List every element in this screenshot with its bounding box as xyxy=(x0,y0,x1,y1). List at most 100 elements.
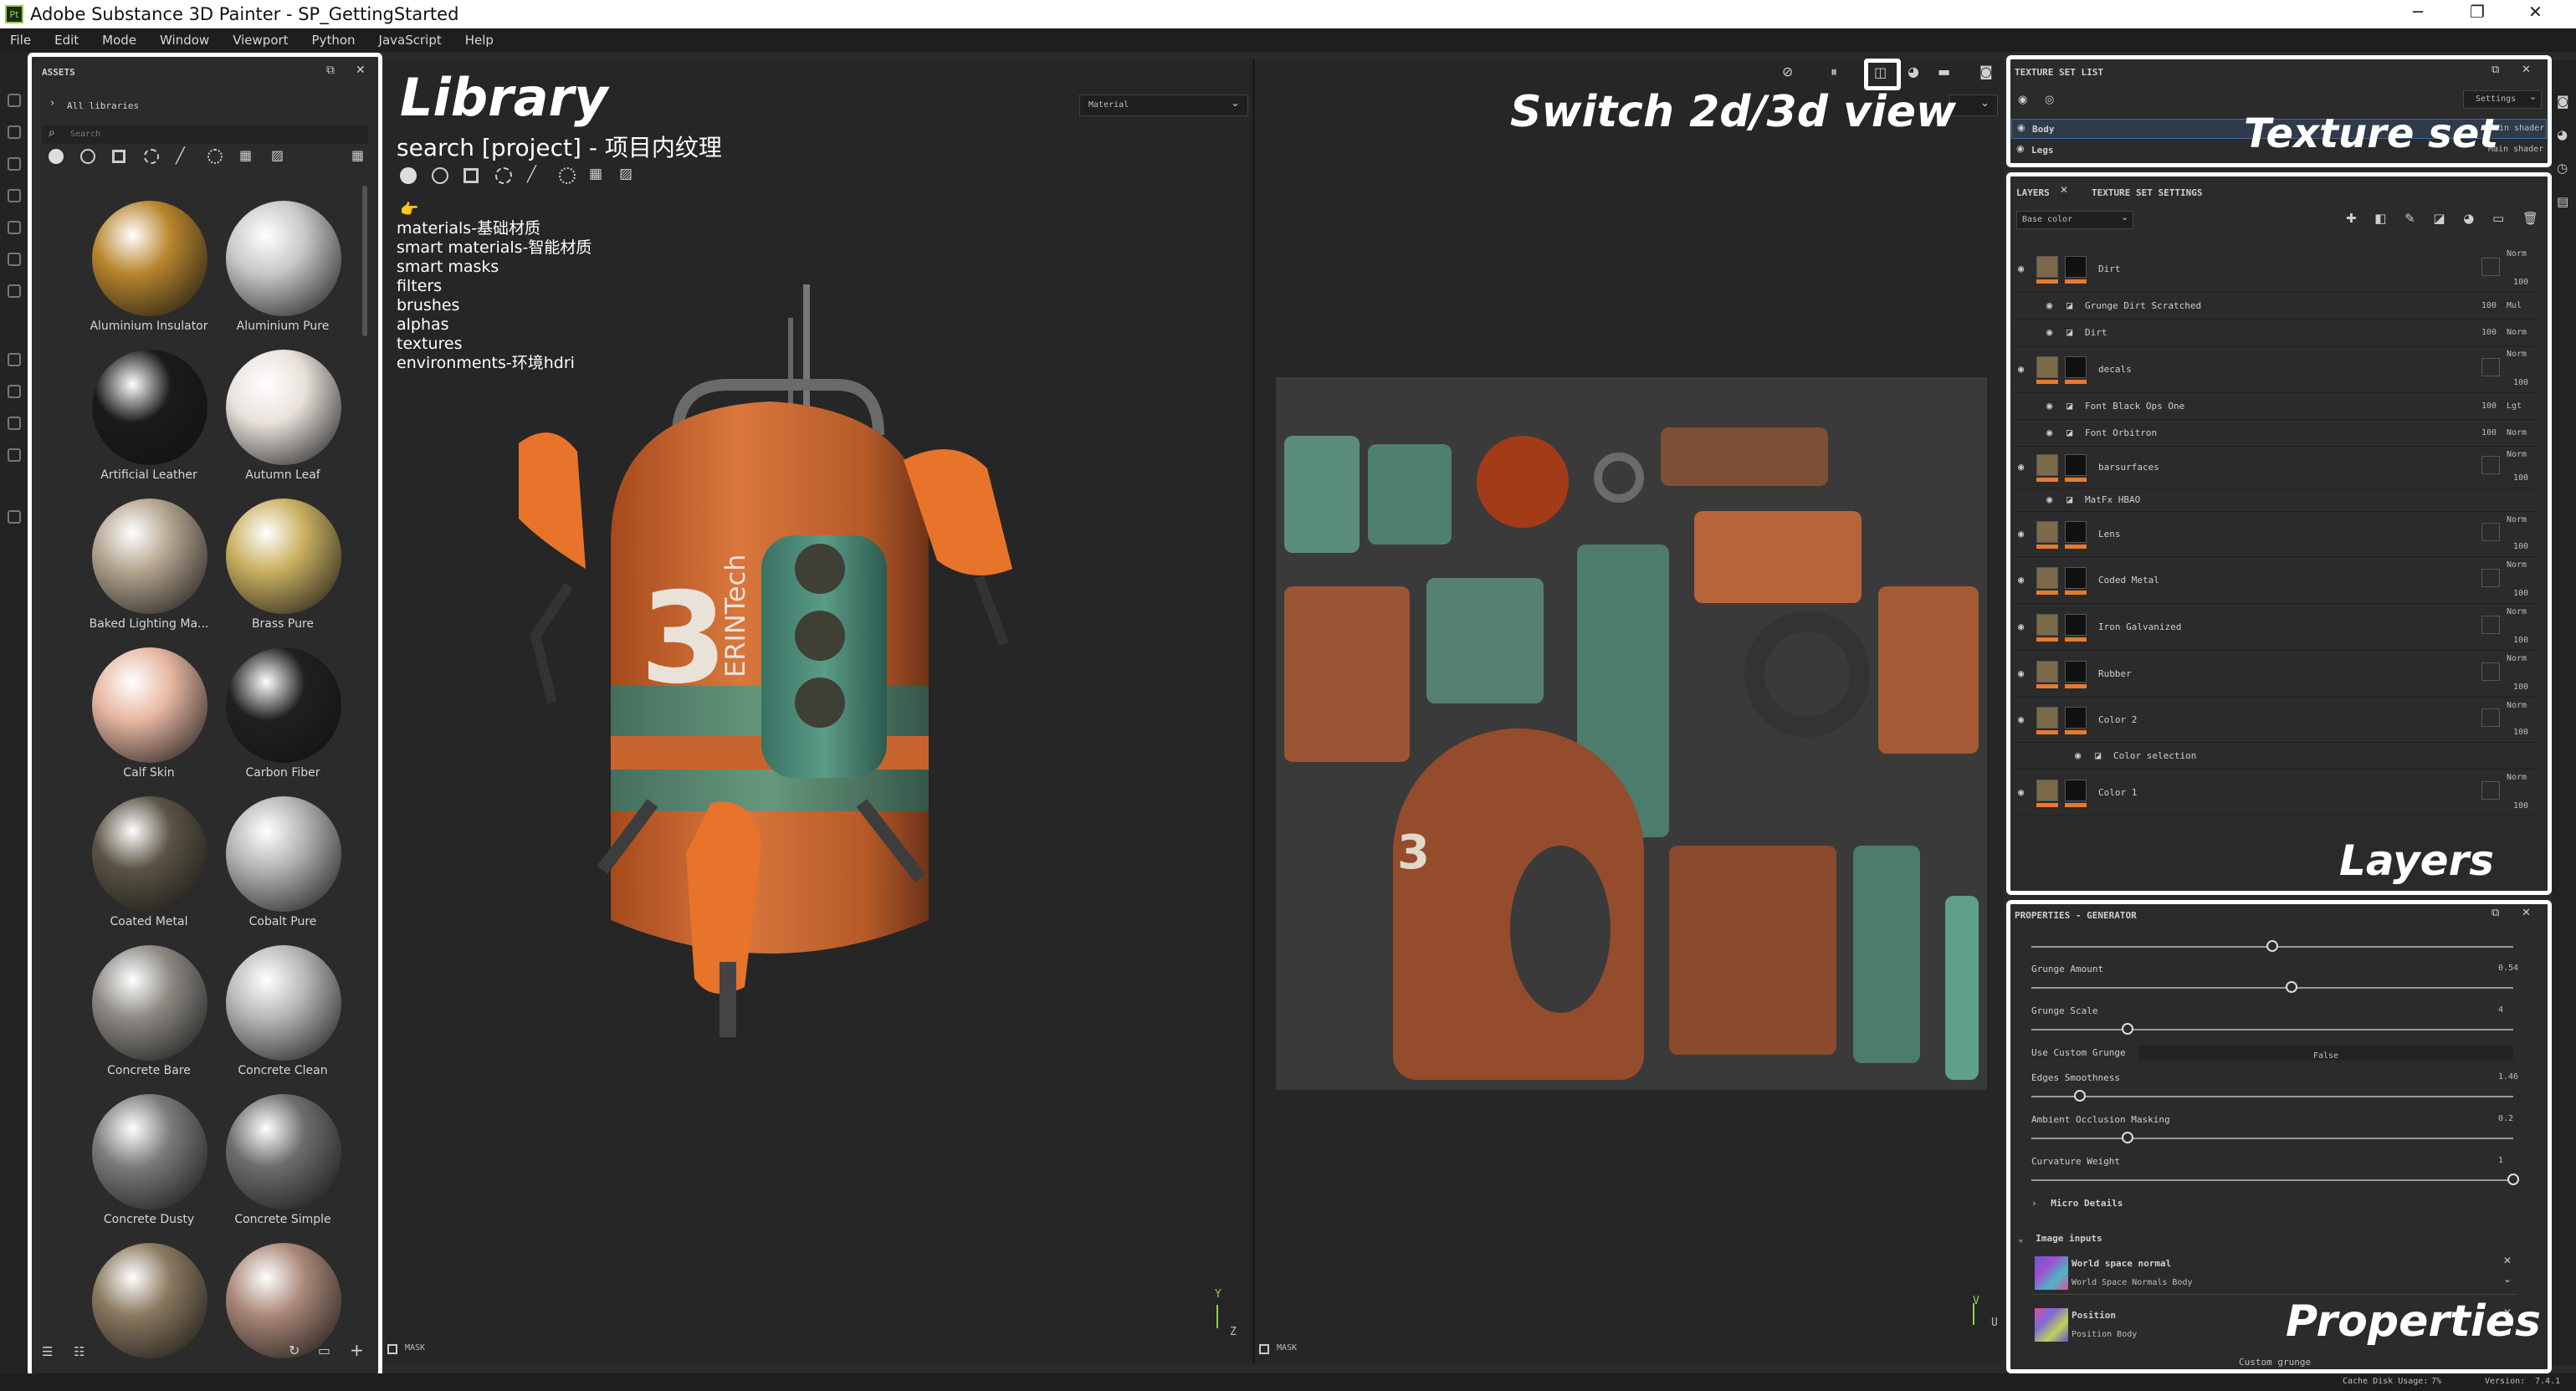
menu-help[interactable]: Help xyxy=(465,33,494,48)
render-mode-icon[interactable]: ◕ xyxy=(1908,64,1919,79)
robot-model[interactable]: 3 ERINTech xyxy=(485,268,1188,1238)
sort-icon[interactable]: ☰ xyxy=(42,1344,53,1359)
blend-mode[interactable]: Norm xyxy=(2507,654,2527,663)
menu-javascript[interactable]: JavaScript xyxy=(379,33,442,48)
material-thumbnail[interactable] xyxy=(226,796,341,912)
eye-icon[interactable]: ◉ xyxy=(2018,621,2024,632)
menu-python[interactable]: Python xyxy=(312,33,356,48)
material-thumbnail[interactable] xyxy=(226,647,341,763)
layer-material-slot[interactable] xyxy=(2481,781,2500,800)
smart-mask-filter-icon[interactable] xyxy=(112,150,125,163)
blend-mode[interactable]: Norm xyxy=(2507,450,2527,459)
tab-texture-set-settings[interactable]: TEXTURE SET SETTINGS xyxy=(2092,187,2202,198)
eye-icon[interactable]: ◉ xyxy=(2046,493,2052,505)
param-value[interactable]: 4 xyxy=(2498,1005,2503,1015)
channel-select-2d[interactable]: ⌄ xyxy=(1949,95,1998,116)
material-thumbnail[interactable] xyxy=(92,796,207,912)
material-thumbnail[interactable] xyxy=(226,1243,341,1358)
layer-row[interactable]: ◉ decals Norm 100 xyxy=(2013,346,2537,393)
channel-dropdown[interactable]: Base color ⌄ xyxy=(2016,211,2133,229)
param-value[interactable]: 1.46 xyxy=(2498,1072,2518,1082)
material-thumbnail[interactable] xyxy=(92,1094,207,1209)
slider-knob[interactable] xyxy=(2074,1090,2086,1102)
eye-icon[interactable]: ◉ xyxy=(2018,667,2024,679)
log-icon[interactable]: ▤ xyxy=(2557,194,2568,209)
eye-icon[interactable]: ◉ xyxy=(2016,143,2025,154)
layer-row[interactable]: ◉ ◪ Color selection xyxy=(2013,743,2537,770)
layer-row[interactable]: ◉ Color 1 Norm 100 xyxy=(2013,770,2537,816)
assets-scrollbar[interactable] xyxy=(362,186,367,336)
bake-icon[interactable] xyxy=(8,385,21,398)
material-thumbnail[interactable] xyxy=(226,1094,341,1209)
blend-mode[interactable]: Norm xyxy=(2507,249,2527,258)
smudge-tool-icon[interactable] xyxy=(8,221,21,234)
pause-icon[interactable]: ⏸ xyxy=(1831,64,1837,80)
visibility-icon[interactable]: ◉ xyxy=(2018,94,2027,106)
assets-search-field[interactable]: ⌕ Search xyxy=(42,125,368,144)
layer-material-slot[interactable] xyxy=(2481,258,2500,276)
material-thumbnail[interactable] xyxy=(226,499,341,614)
menu-file[interactable]: File xyxy=(10,33,31,48)
layer-row[interactable]: ◉ ◪ Font Black Ops One Lgt 100 xyxy=(2013,393,2537,420)
layer-row[interactable]: ◉ Coded Metal Norm 100 xyxy=(2013,557,2537,604)
blend-mode[interactable]: Mul xyxy=(2507,301,2522,310)
param-value[interactable]: 0.2 xyxy=(2498,1114,2513,1123)
add-effect-icon[interactable]: ✚ xyxy=(2346,211,2357,229)
layer-row[interactable]: ◉ ◪ Dirt Norm 100 xyxy=(2013,320,2537,346)
close-button[interactable]: ✕ xyxy=(2528,2,2543,22)
close-tab-icon[interactable]: ✕ xyxy=(2060,184,2068,196)
material-thumbnail[interactable] xyxy=(92,350,207,465)
opacity-value[interactable]: 100 xyxy=(2513,378,2528,387)
mask-checkbox-right[interactable] xyxy=(1259,1344,1269,1354)
opacity-value[interactable]: 100 xyxy=(2513,683,2528,692)
layer-material-slot[interactable] xyxy=(2481,662,2500,681)
layer-row[interactable]: ◉ Rubber Norm 100 xyxy=(2013,651,2537,698)
slider-track[interactable] xyxy=(2031,987,2513,989)
layer-row[interactable]: ◉ ◪ MatFx HBAO xyxy=(2013,488,2537,512)
eye-icon[interactable]: ◉ xyxy=(2018,574,2024,586)
layer-row[interactable]: ◉ Color 2 Norm 100 xyxy=(2013,698,2537,743)
layer-material-slot[interactable] xyxy=(2481,456,2500,474)
blend-mode[interactable]: Norm xyxy=(2507,773,2527,782)
image-inputs-section[interactable]: ⌄ Image inputs xyxy=(2018,1233,2102,1244)
opacity-value[interactable]: 100 xyxy=(2513,636,2528,645)
blend-mode[interactable]: Norm xyxy=(2507,607,2527,616)
opacity-value[interactable]: 100 xyxy=(2481,401,2497,411)
history-icon[interactable]: ◷ xyxy=(2557,161,2568,176)
slider-knob[interactable] xyxy=(2122,1023,2133,1035)
opacity-value[interactable]: 100 xyxy=(2513,589,2528,598)
shelf-icon[interactable]: ◕ xyxy=(2557,127,2568,142)
eye-icon[interactable]: ◉ xyxy=(2018,461,2024,473)
menu-viewport[interactable]: Viewport xyxy=(233,33,288,48)
camera-mode-icon[interactable]: ▬ xyxy=(1938,64,1950,79)
clone-tool-icon[interactable] xyxy=(8,253,21,266)
channel-select[interactable]: Material ⌄ xyxy=(1079,95,1248,116)
menu-mode[interactable]: Mode xyxy=(102,33,136,48)
camera-icon[interactable] xyxy=(8,510,21,524)
smart-material-filter-icon[interactable] xyxy=(80,149,95,164)
uv-texture-canvas[interactable]: 3 xyxy=(1276,377,1987,1090)
layer-material-slot[interactable] xyxy=(2481,708,2500,727)
micro-details-section[interactable]: › Micro Details xyxy=(2031,1198,2123,1209)
settings-dropdown[interactable]: Settings ⌄ xyxy=(2463,90,2542,109)
screenshot-icon[interactable]: ◙ xyxy=(1979,64,1993,79)
material-thumbnail[interactable] xyxy=(226,350,341,465)
add-fill-layer-icon[interactable]: ◪ xyxy=(2433,211,2445,229)
grid-view-icon[interactable]: ▦ xyxy=(351,147,364,163)
chevron-down-icon[interactable]: ⌄ xyxy=(2503,1273,2512,1285)
slider-track[interactable] xyxy=(2031,1029,2513,1030)
material-thumbnail[interactable] xyxy=(92,1243,207,1358)
slider-track[interactable] xyxy=(2031,1138,2513,1139)
eye-icon[interactable]: ◉ xyxy=(2018,263,2024,274)
eye-icon[interactable]: ◉ xyxy=(2018,713,2024,725)
blend-mode[interactable]: Norm xyxy=(2507,428,2527,437)
float-panel-icon[interactable]: ⧉ xyxy=(326,64,335,77)
display-settings-icon[interactable] xyxy=(8,417,21,430)
alpha-filter-icon[interactable] xyxy=(207,149,223,164)
material-thumbnail[interactable] xyxy=(92,499,207,614)
filter-filter-icon[interactable] xyxy=(144,149,159,164)
material-filter-icon[interactable] xyxy=(49,149,64,164)
slider-knob[interactable] xyxy=(2286,981,2297,993)
eye-icon[interactable]: ◎ xyxy=(2045,94,2054,106)
texture-filter-icon[interactable]: ▦ xyxy=(239,147,252,163)
